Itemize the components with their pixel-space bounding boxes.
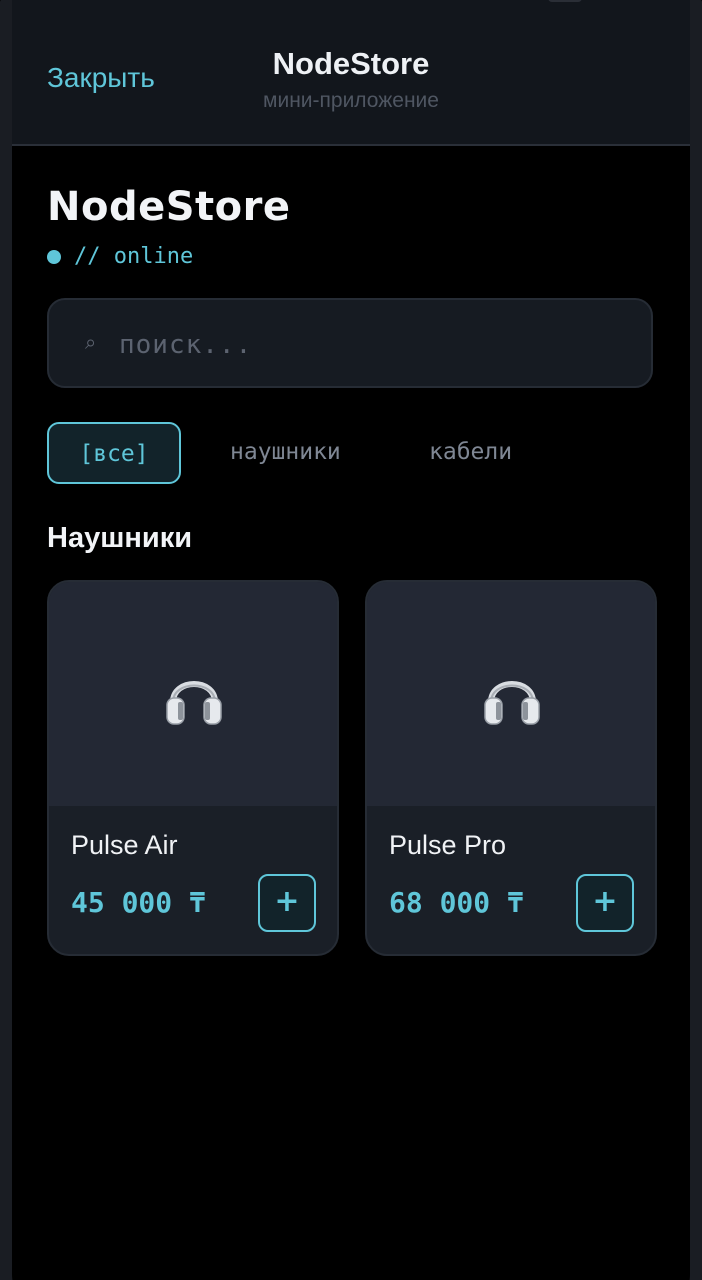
- product-name: Pulse Pro: [389, 830, 507, 860]
- product-image: [367, 582, 655, 806]
- product-price: 45 000 ₸: [71, 886, 206, 919]
- product-name: Pulse Air: [71, 830, 178, 860]
- add-to-cart-button[interactable]: +: [258, 874, 316, 932]
- status-indicator: [548, 0, 582, 2]
- product-card[interactable]: Pulse Pro 68 000 ₸ +: [365, 580, 657, 956]
- header-title: NodeStore: [272, 46, 430, 81]
- add-to-cart-button[interactable]: +: [576, 874, 634, 932]
- section-title: Наушники: [47, 522, 193, 554]
- headphones-icon: [484, 681, 540, 725]
- search-input[interactable]: [117, 322, 621, 368]
- category-chip-headphones[interactable]: наушники: [230, 422, 341, 484]
- headphones-icon: [166, 681, 222, 725]
- product-card[interactable]: Pulse Air 45 000 ₸ +: [47, 580, 339, 956]
- page-title: NodeStore: [47, 184, 291, 230]
- product-price: 68 000 ₸: [389, 886, 524, 919]
- online-dot-icon: [47, 249, 61, 264]
- phone-screen: Закрыть NodeStore мини-приложение NodeSt…: [0, 0, 702, 1280]
- header-subtitle: мини-приложение: [263, 89, 439, 112]
- app-header: Закрыть NodeStore мини-приложение: [12, 0, 690, 146]
- category-chip-all[interactable]: [все]: [47, 422, 181, 484]
- status-row: // online: [47, 244, 193, 269]
- search-icon: ⌕: [85, 330, 97, 354]
- search-bar[interactable]: ⌕: [47, 298, 653, 388]
- product-image: [49, 582, 337, 806]
- category-filters: [все] наушники кабели: [47, 422, 657, 484]
- status-text: // online: [74, 244, 194, 269]
- category-chip-cables[interactable]: кабели: [429, 422, 512, 484]
